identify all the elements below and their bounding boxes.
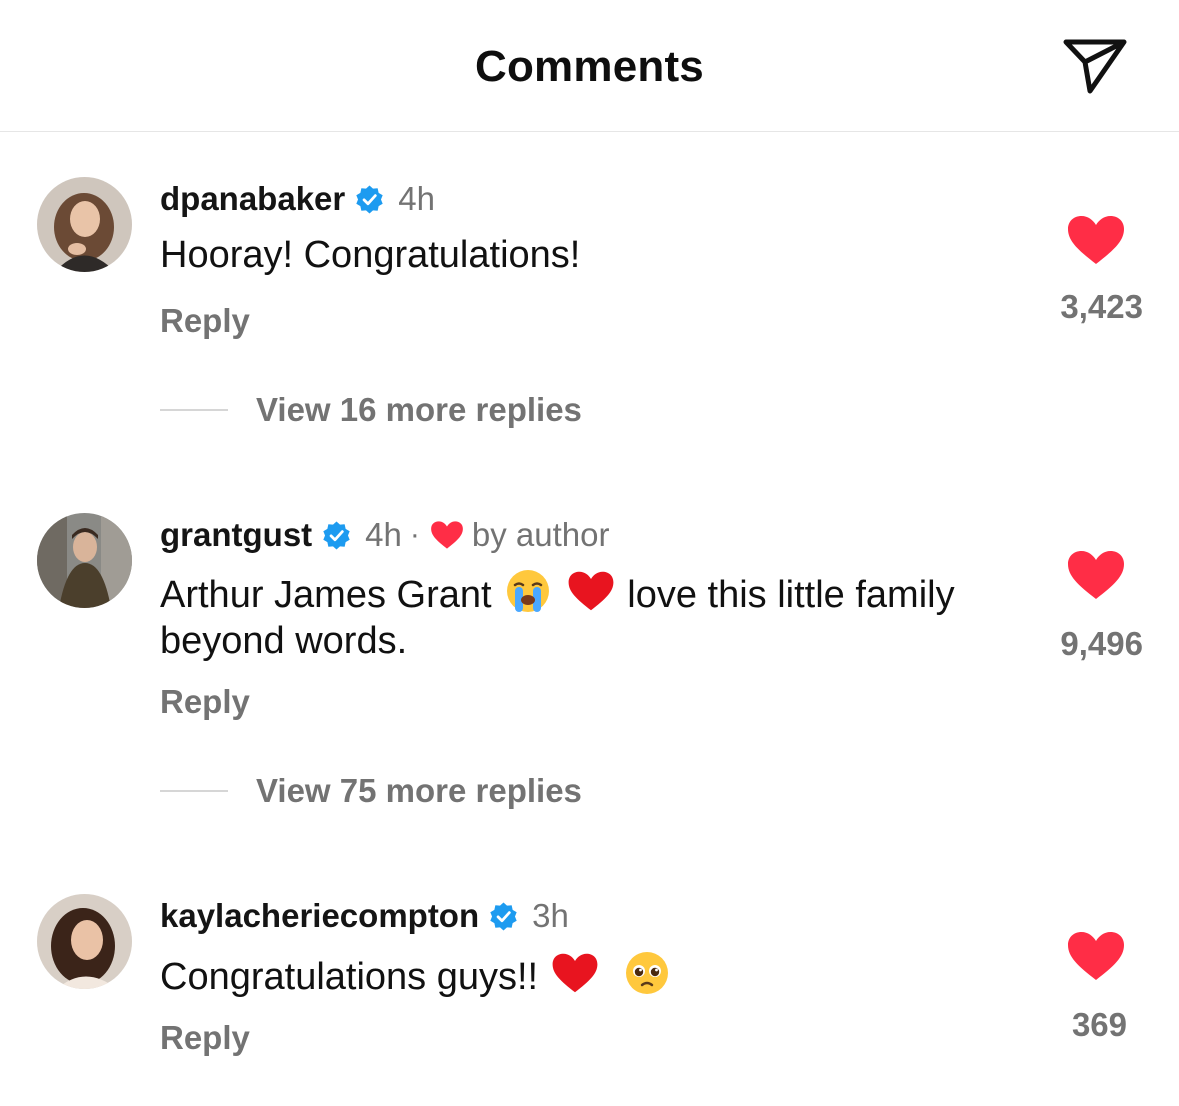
like-button[interactable] xyxy=(1066,549,1126,601)
like-button[interactable] xyxy=(1066,930,1126,982)
replies-divider xyxy=(160,790,228,792)
avatar[interactable] xyxy=(37,894,132,989)
reply-button[interactable]: Reply xyxy=(160,1019,250,1057)
pleading-face-emoji xyxy=(623,949,671,997)
avatar[interactable] xyxy=(37,177,132,272)
view-replies-label: View 16 more replies xyxy=(256,391,582,428)
verified-badge-icon xyxy=(488,901,519,932)
username[interactable]: dpanabaker xyxy=(160,180,345,218)
red-heart-emoji xyxy=(551,949,599,997)
verified-badge-icon xyxy=(354,184,385,215)
red-heart-emoji xyxy=(567,567,615,615)
comment-time: 4h xyxy=(398,180,435,217)
view-replies-button[interactable]: View 75 more replies xyxy=(160,771,582,811)
comment-text-part: Congratulations guys!! xyxy=(160,956,539,998)
liked-by-author-label: by author xyxy=(471,516,610,553)
verified-badge-icon xyxy=(321,520,352,551)
comment-time: 3h xyxy=(532,897,569,934)
like-count: 3,423 xyxy=(1060,288,1143,325)
loudly-crying-face-emoji xyxy=(504,567,552,615)
reply-button[interactable]: Reply xyxy=(160,302,250,340)
username[interactable]: kaylacheriecompton xyxy=(160,897,479,935)
comment-meta: dpanabaker 4h xyxy=(160,179,435,219)
username[interactable]: grantgust xyxy=(160,516,312,554)
like-button[interactable] xyxy=(1066,214,1126,266)
view-replies-button[interactable]: View 16 more replies xyxy=(160,390,582,430)
send-icon xyxy=(1063,39,1127,94)
comment-text: Arthur James Grant love this little fami… xyxy=(160,567,1040,664)
page-title: Comments xyxy=(475,42,704,91)
comment-text-part: Arthur James Grant xyxy=(160,574,492,616)
view-replies-label: View 75 more replies xyxy=(256,772,582,809)
meta-separator: · xyxy=(409,518,420,551)
comment-meta: grantgust 4h · by author xyxy=(160,515,609,555)
comment-text: Congratulations guys!! xyxy=(160,949,1040,1000)
avatar[interactable] xyxy=(37,513,132,608)
heart-icon xyxy=(1068,932,1124,980)
like-count: 9,496 xyxy=(1060,625,1143,662)
replies-divider xyxy=(160,409,228,411)
author-liked-heart-icon xyxy=(430,519,464,551)
comment-text: Hooray! Congratulations! xyxy=(160,234,581,276)
comment-time: 4h xyxy=(365,516,402,553)
comment-meta: kaylacheriecompton 3h xyxy=(160,896,569,936)
heart-icon xyxy=(1068,216,1124,264)
like-count: 369 xyxy=(1071,1006,1127,1043)
send-button[interactable] xyxy=(1058,34,1132,98)
comments-header: Comments xyxy=(0,0,1179,132)
reply-button[interactable]: Reply xyxy=(160,683,250,721)
heart-icon xyxy=(1068,551,1124,599)
